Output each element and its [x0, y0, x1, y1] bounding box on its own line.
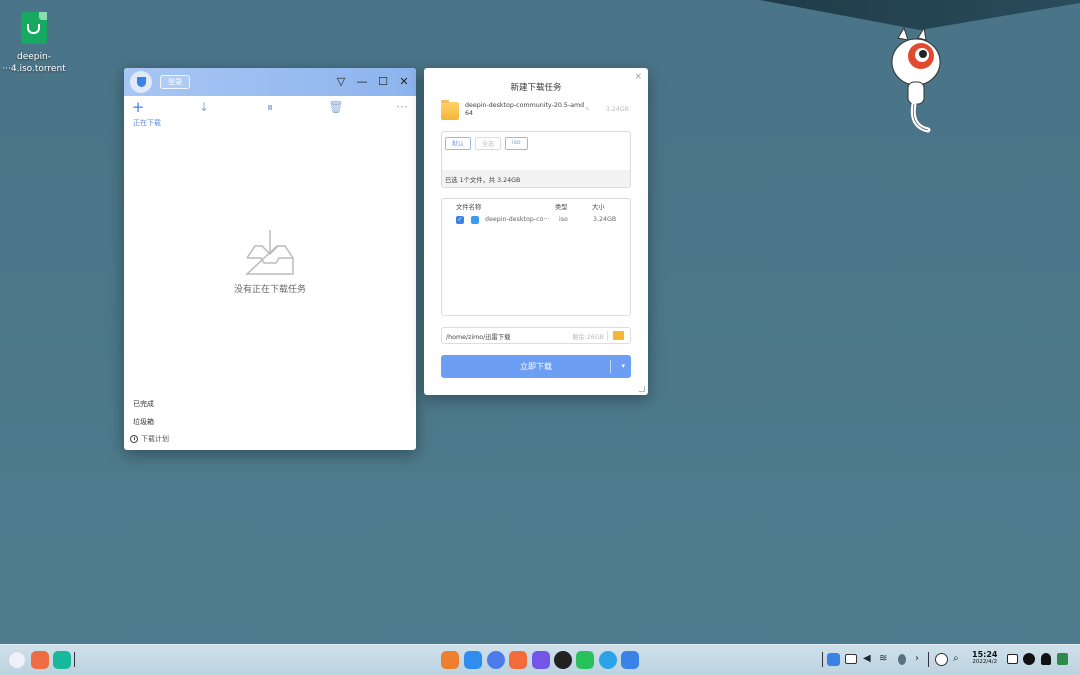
video-player-icon[interactable] [554, 651, 572, 669]
show-desktop-icon[interactable] [53, 651, 71, 669]
free-space-label: 剩余:26GB [572, 334, 604, 341]
download-now-button[interactable]: 立即下载 ▾ [441, 355, 631, 378]
filter-select-all-button[interactable]: 全选 [475, 137, 502, 150]
sidebar-item-completed[interactable]: 已完成 [133, 399, 154, 409]
trash-icon[interactable] [1057, 653, 1068, 665]
volume-icon[interactable]: ◀ [863, 652, 871, 666]
user-avatar-icon[interactable] [935, 653, 948, 666]
downloader-window: 登录 ▽ — ☐ ✕ + ↓ ⏸ 🗑 ··· 正在下载 没有正在下载任务 已完成… [124, 68, 416, 450]
download-schedule-button[interactable]: 下载计划 [130, 434, 169, 444]
column-header-type: 类型 [555, 204, 568, 211]
row-file-name: deepin-desktop-co··· [485, 216, 550, 223]
save-path-field[interactable]: /home/zimo/迅雷下载 剩余:26GB [441, 327, 631, 344]
album-icon[interactable] [509, 651, 527, 669]
desktop-item-label: deepin- ···4.iso.torrent [0, 51, 70, 75]
path-separator [607, 331, 608, 341]
save-path-value: /home/zimo/迅雷下载 [446, 334, 511, 341]
table-row[interactable]: ✓ deepin-desktop-co··· iso 3.24GB [442, 215, 630, 226]
camera-icon[interactable] [532, 651, 550, 669]
downloader-dock-icon[interactable] [621, 651, 639, 669]
dialog-title: 新建下载任务 [510, 83, 562, 93]
resize-grip-icon[interactable] [639, 386, 645, 392]
more-icon[interactable]: ··· [394, 100, 410, 114]
tray-expand-icon[interactable]: › [915, 652, 919, 666]
column-header-size: 大小 [592, 204, 605, 211]
control-center-icon[interactable] [487, 651, 505, 669]
clock-icon [130, 435, 138, 443]
power-icon[interactable] [1023, 653, 1035, 665]
empty-state: 没有正在下载任务 [124, 228, 416, 295]
tray-separator [928, 652, 929, 667]
file-filter-box: 默认 全选 iso 已选 1个文件，共 3.24GB [441, 131, 631, 188]
downloader-toolbar: + ↓ ⏸ 🗑 ··· [124, 96, 416, 118]
downloader-logo-icon [130, 71, 152, 93]
clock-time: 15:24 [972, 650, 998, 659]
file-type-icon [471, 216, 479, 224]
keyboard-icon[interactable] [845, 654, 857, 664]
music-icon[interactable] [576, 651, 594, 669]
file-manager-icon[interactable] [441, 651, 459, 669]
empty-tray-icon [245, 230, 294, 275]
menu-icon[interactable]: ▽ [335, 76, 347, 88]
download-schedule-label: 下载计划 [141, 435, 169, 443]
folder-icon [441, 100, 459, 120]
row-checkbox[interactable]: ✓ [456, 216, 464, 224]
file-list-table: 文件名称 类型 大小 ✓ deepin-desktop-co··· iso 3.… [441, 198, 631, 316]
column-header-name: 文件名称 [456, 204, 482, 211]
close-icon[interactable]: ✕ [398, 76, 410, 88]
row-file-size: 3.24GB [593, 216, 617, 223]
browser-icon[interactable] [599, 651, 617, 669]
task-file-row: deepin-desktop-community-20.5-amd64 ✎ 3.… [441, 100, 631, 122]
dialog-close-icon[interactable]: × [634, 72, 642, 82]
filter-iso-button[interactable]: iso [505, 137, 528, 150]
multitask-view-icon[interactable] [31, 651, 49, 669]
edit-name-icon[interactable]: ✎ [585, 106, 590, 113]
new-download-dialog: × 新建下载任务 deepin-desktop-community-20.5-a… [424, 68, 648, 395]
desktop-mascot-sticker [891, 26, 941, 133]
minimize-icon[interactable]: — [356, 76, 368, 88]
desktop-item-label-line2: ···4.iso.torrent [2, 64, 66, 74]
pause-icon[interactable]: ⏸ [262, 100, 278, 115]
notification-center-icon[interactable] [1007, 654, 1018, 664]
system-clock[interactable]: 15:24 2022/4/2 [972, 650, 997, 666]
add-task-icon[interactable]: + [130, 98, 146, 116]
maximize-icon[interactable]: ☐ [377, 76, 389, 88]
desktop-item-torrent[interactable]: deepin- ···4.iso.torrent [2, 12, 66, 75]
downloader-tray-icon[interactable] [827, 653, 840, 666]
search-icon[interactable]: ⌕ [953, 652, 959, 666]
task-file-size: 3.24GB [605, 106, 629, 113]
browse-folder-icon[interactable] [613, 331, 624, 340]
wifi-icon[interactable]: ≋ [879, 652, 887, 666]
delete-icon[interactable]: 🗑 [328, 100, 344, 114]
app-store-icon[interactable] [464, 651, 482, 669]
desktop-item-label-line1: deepin- [17, 52, 51, 62]
selection-summary: 已选 1个文件，共 3.24GB [442, 170, 630, 187]
torrent-file-icon [21, 12, 47, 44]
bell-icon[interactable] [1041, 653, 1051, 665]
downloader-titlebar[interactable]: 登录 ▽ — ☐ ✕ [124, 68, 416, 96]
task-file-name: deepin-desktop-community-20.5-amd64 [465, 102, 585, 117]
empty-state-text: 没有正在下载任务 [233, 285, 306, 295]
login-button[interactable]: 登录 [160, 75, 190, 89]
launcher-icon[interactable] [8, 651, 26, 669]
button-split-divider [610, 360, 611, 373]
taskbar-dock: ◀ ≋ › ⌕ 15:24 2022/4/2 [0, 644, 1080, 675]
sidebar-item-trash[interactable]: 垃圾箱 [133, 417, 154, 427]
download-now-label: 立即下载 [520, 362, 552, 371]
row-file-type: iso [559, 216, 568, 223]
clock-date: 2022/4/2 [972, 659, 998, 665]
bluetooth-icon[interactable] [898, 654, 906, 665]
start-download-icon[interactable]: ↓ [196, 100, 212, 114]
tab-downloading[interactable]: 正在下载 [124, 118, 416, 128]
chevron-down-icon[interactable]: ▾ [621, 355, 625, 378]
tray-separator [822, 652, 823, 667]
dock-separator [74, 652, 75, 667]
filter-default-button[interactable]: 默认 [445, 137, 472, 150]
